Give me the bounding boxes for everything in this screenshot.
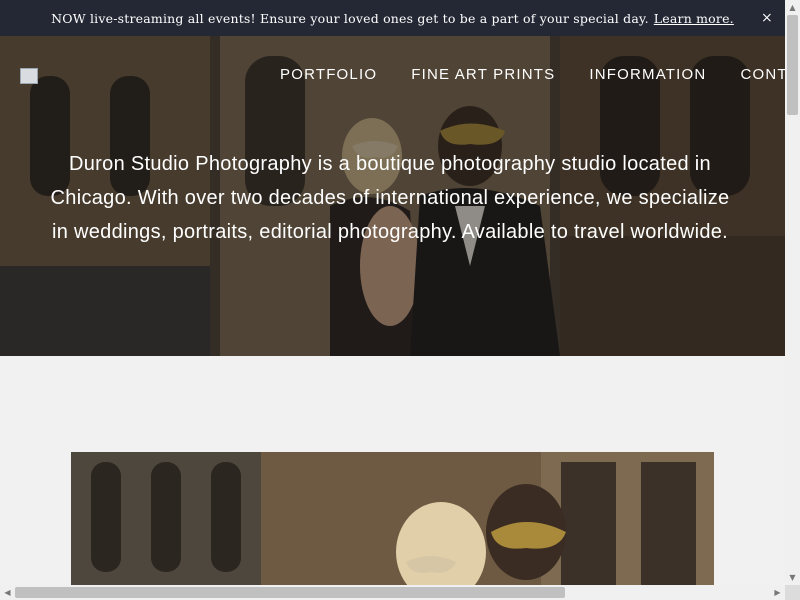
hero-section: PORTFOLIO FINE ART PRINTS INFORMATION CO… (0, 36, 785, 356)
scroll-right-icon[interactable]: ▶ (770, 585, 785, 600)
horizontal-scroll-thumb[interactable] (15, 587, 565, 598)
featured-photo[interactable] (71, 452, 714, 586)
scroll-left-icon[interactable]: ◀ (0, 585, 15, 600)
vertical-scroll-thumb[interactable] (787, 15, 798, 115)
scroll-up-icon[interactable]: ▲ (785, 0, 800, 15)
announcement-text: NOW live-streaming all events! Ensure yo… (51, 10, 649, 26)
announcement-bar: NOW live-streaming all events! Ensure yo… (0, 0, 785, 36)
vertical-scrollbar[interactable]: ▲ ▼ (785, 0, 800, 585)
nav-item-fine-art-prints[interactable]: FINE ART PRINTS (411, 66, 555, 83)
learn-more-link[interactable]: Learn more. (654, 11, 734, 26)
hero-tagline: Duron Studio Photography is a boutique p… (50, 153, 730, 243)
featured-photo-image (71, 452, 714, 586)
horizontal-scrollbar[interactable]: ◀ ▶ (0, 585, 785, 600)
close-announcement-button[interactable]: × (749, 0, 785, 36)
logo-image[interactable] (20, 68, 38, 84)
nav-item-portfolio[interactable]: PORTFOLIO (280, 66, 377, 83)
scroll-down-icon[interactable]: ▼ (785, 570, 800, 585)
main-nav: PORTFOLIO FINE ART PRINTS INFORMATION CO… (280, 66, 785, 83)
scrollbar-corner (785, 585, 800, 600)
nav-item-contact[interactable]: CONTA (740, 66, 785, 83)
nav-item-information[interactable]: INFORMATION (589, 66, 706, 83)
